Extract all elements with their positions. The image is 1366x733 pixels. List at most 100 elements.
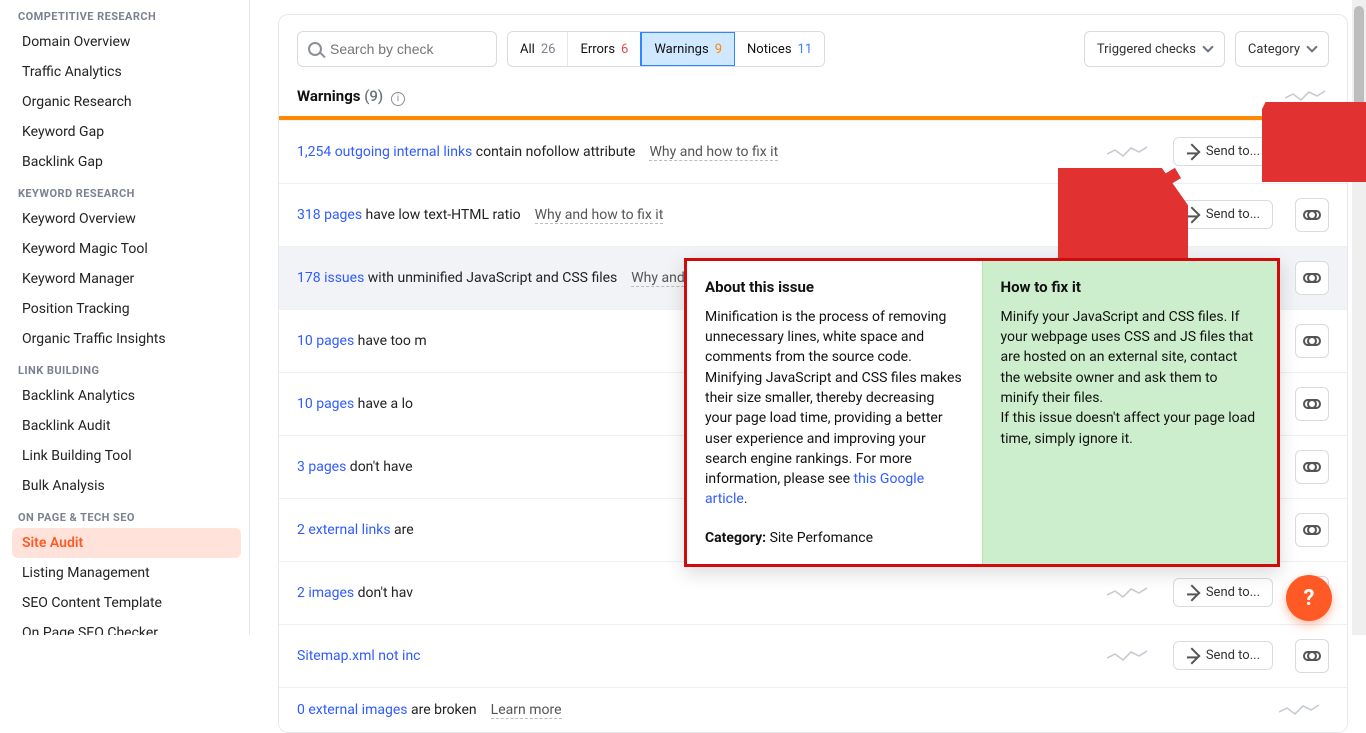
- issue-link[interactable]: 318 pages: [297, 207, 362, 223]
- tab-label: Notices: [747, 42, 792, 57]
- row-sparkline: [1279, 702, 1323, 718]
- popup-category-key: Category:: [705, 530, 766, 546]
- hide-issue-button[interactable]: [1295, 513, 1329, 547]
- search-input[interactable]: [330, 41, 470, 57]
- sidebar-item-backlink-analytics[interactable]: Backlink Analytics: [12, 381, 241, 411]
- section-title: Warnings: [297, 87, 360, 105]
- sidebar-item-site-audit[interactable]: Site Audit: [12, 528, 241, 558]
- section-count: (9): [364, 87, 383, 105]
- hide-issue-button[interactable]: [1295, 135, 1329, 169]
- dropdown-label: Category: [1248, 42, 1300, 57]
- issue-link[interactable]: Sitemap.xml not inc: [297, 648, 421, 664]
- share-icon: [1183, 206, 1200, 223]
- issue-text: 2 images don't hav: [297, 585, 413, 601]
- scrollbar-thumb[interactable]: [1354, 6, 1364, 116]
- issue-link[interactable]: 2 external links: [297, 522, 391, 538]
- popup-about-body: Minification is the process of removing …: [705, 307, 964, 510]
- send-to-button[interactable]: Send to...: [1173, 200, 1273, 229]
- sidebar-item-on-page-seo-checker[interactable]: On Page SEO Checker: [12, 618, 241, 635]
- issue-rest: are: [391, 522, 414, 538]
- issue-row: Sitemap.xml not inc Send to...: [279, 624, 1347, 687]
- row-sparkline: [1107, 585, 1151, 601]
- sidebar-item-backlink-gap[interactable]: Backlink Gap: [12, 147, 241, 177]
- hide-issue-button[interactable]: [1295, 450, 1329, 484]
- issue-link[interactable]: 0 external images: [297, 702, 408, 718]
- eye-icon: [1303, 147, 1321, 157]
- sidebar-heading: ON PAGE & TECH SEO: [12, 501, 241, 528]
- hide-issue-button[interactable]: [1295, 324, 1329, 358]
- hide-issue-button[interactable]: [1295, 387, 1329, 421]
- eye-icon: [1303, 462, 1321, 472]
- section-header: Warnings (9) i: [279, 81, 1347, 116]
- sidebar-item-keyword-gap[interactable]: Keyword Gap: [12, 117, 241, 147]
- send-to-button[interactable]: Send to...: [1173, 578, 1273, 607]
- severity-tabs: All 26 Errors 6 Warnings 9 Notices 11: [507, 31, 825, 67]
- tab-all[interactable]: All 26: [508, 32, 568, 66]
- section-title-wrap: Warnings (9) i: [297, 87, 405, 106]
- issue-link[interactable]: 10 pages: [297, 333, 354, 349]
- issue-link[interactable]: 2 images: [297, 585, 354, 601]
- sidebar-item-organic-research[interactable]: Organic Research: [12, 87, 241, 117]
- help-icon: ?: [1304, 586, 1315, 611]
- tab-label: Warnings: [654, 42, 708, 57]
- sidebar-item-seo-content-template[interactable]: SEO Content Template: [12, 588, 241, 618]
- sidebar-item-keyword-manager[interactable]: Keyword Manager: [12, 264, 241, 294]
- send-to-button[interactable]: Send to...: [1173, 137, 1273, 166]
- tab-errors[interactable]: Errors 6: [568, 32, 641, 66]
- popup-fix-body: Minify your JavaScript and CSS files. If…: [1001, 307, 1260, 449]
- tooltip-popup: About this issue Minification is the pro…: [684, 258, 1280, 567]
- issue-text: 318 pages have low text-HTML ratioWhy an…: [297, 207, 663, 223]
- info-icon[interactable]: i: [391, 92, 405, 106]
- sidebar-heading: KEYWORD RESEARCH: [12, 177, 241, 204]
- send-to-label: Send to...: [1206, 144, 1260, 159]
- hide-issue-button[interactable]: [1295, 261, 1329, 295]
- sidebar-item-traffic-analytics[interactable]: Traffic Analytics: [12, 57, 241, 87]
- issue-text: 2 external links are: [297, 522, 414, 538]
- chevron-down-icon: [1202, 41, 1213, 52]
- share-icon: [1183, 143, 1200, 160]
- popup-fix: How to fix it Minify your JavaScript and…: [982, 261, 1278, 564]
- send-to-button[interactable]: Send to...: [1173, 641, 1273, 670]
- issue-text: 10 pages have a lo: [297, 396, 413, 412]
- sidebar-item-keyword-magic[interactable]: Keyword Magic Tool: [12, 234, 241, 264]
- sidebar-item-domain-overview[interactable]: Domain Overview: [12, 27, 241, 57]
- triggered-checks-dropdown[interactable]: Triggered checks: [1084, 31, 1225, 67]
- page-scrollbar[interactable]: [1352, 0, 1366, 635]
- issue-link[interactable]: 1,254 outgoing internal links: [297, 144, 472, 160]
- send-to-label: Send to...: [1206, 648, 1260, 663]
- why-how-to-fix-link[interactable]: Why and how to fix it: [649, 144, 778, 161]
- tab-notices[interactable]: Notices 11: [735, 32, 824, 66]
- sidebar-item-bulk-analysis[interactable]: Bulk Analysis: [12, 471, 241, 501]
- sidebar-item-organic-traffic-insights[interactable]: Organic Traffic Insights: [12, 324, 241, 354]
- search-by-check[interactable]: [297, 31, 497, 67]
- issue-link[interactable]: 3 pages: [297, 459, 346, 475]
- sidebar-item-link-building-tool[interactable]: Link Building Tool: [12, 441, 241, 471]
- dropdown-label: Triggered checks: [1097, 42, 1196, 57]
- help-fab-button[interactable]: ?: [1286, 575, 1332, 621]
- why-how-to-fix-link[interactable]: Why and how to fix it: [535, 207, 664, 224]
- category-dropdown[interactable]: Category: [1235, 31, 1329, 67]
- issue-link[interactable]: 178 issues: [297, 270, 364, 286]
- issue-row: 1,254 outgoing internal links contain no…: [279, 120, 1347, 183]
- issue-text: Sitemap.xml not inc: [297, 648, 421, 664]
- eye-icon: [1303, 210, 1321, 220]
- tab-count: 26: [541, 42, 556, 57]
- issue-text: 1,254 outgoing internal links contain no…: [297, 144, 778, 160]
- sidebar-item-backlink-audit[interactable]: Backlink Audit: [12, 411, 241, 441]
- popup-category: Category: Site Perfomance: [705, 528, 964, 548]
- row-sparkline: [1107, 207, 1151, 223]
- tab-label: All: [520, 42, 535, 57]
- issue-row: 318 pages have low text-HTML ratioWhy an…: [279, 183, 1347, 246]
- hide-issue-button[interactable]: [1295, 198, 1329, 232]
- sidebar-item-listing-management[interactable]: Listing Management: [12, 558, 241, 588]
- sidebar-heading: COMPETITIVE RESEARCH: [12, 0, 241, 27]
- tab-count: 9: [715, 42, 722, 57]
- sidebar-item-position-tracking[interactable]: Position Tracking: [12, 294, 241, 324]
- learn-more-link[interactable]: Learn more: [491, 702, 562, 719]
- share-icon: [1183, 647, 1200, 664]
- tab-warnings[interactable]: Warnings 9: [640, 31, 736, 67]
- sidebar-item-keyword-overview[interactable]: Keyword Overview: [12, 204, 241, 234]
- issue-link[interactable]: 10 pages: [297, 396, 354, 412]
- hide-issue-button[interactable]: [1295, 639, 1329, 673]
- chevron-down-icon: [1306, 41, 1317, 52]
